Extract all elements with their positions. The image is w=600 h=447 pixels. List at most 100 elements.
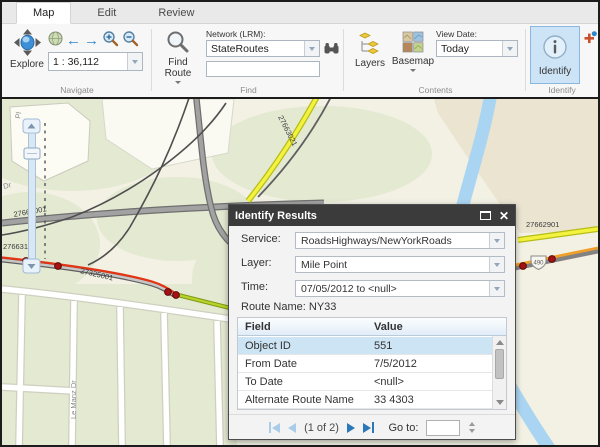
value-cell: <null> (370, 376, 492, 388)
maximize-icon[interactable] (480, 211, 491, 220)
forward-arrow-button[interactable]: → (84, 33, 99, 49)
scrollbar-thumb[interactable] (495, 349, 504, 379)
tab-review[interactable]: Review (142, 2, 210, 23)
group-divider (525, 29, 526, 91)
chevron-down-icon (494, 239, 500, 243)
add-identify-tool-icon[interactable] (583, 31, 597, 50)
goto-spinner[interactable] (469, 422, 475, 433)
tab-edit[interactable]: Edit (81, 2, 132, 23)
scale-combobox[interactable]: 1 : 36,112 (48, 52, 143, 71)
goto-page-input[interactable] (426, 420, 460, 436)
svg-text:490: 490 (533, 261, 544, 267)
table-row[interactable]: To Date <null> (238, 373, 492, 391)
field-cell: To Date (238, 376, 370, 388)
binoculars-icon[interactable] (324, 41, 339, 61)
find-route-icon (166, 30, 190, 57)
chevron-down-icon (175, 81, 181, 84)
scale-dropdown-button[interactable] (127, 53, 142, 70)
find-route-button[interactable]: Find Route (158, 30, 198, 92)
group-identify: Identify Identify (528, 24, 596, 97)
app-window: Map Edit Review Explore (0, 0, 600, 447)
attributes-table: Field Value Object ID 551 From Date 7/5/… (237, 317, 507, 410)
value-cell: 551 (370, 340, 492, 352)
service-row: Service: RoadsHighways/NewYorkRoads (229, 232, 515, 249)
group-find: Find Route Network (LRM): StateRoutes F (154, 24, 343, 97)
zoom-out-button[interactable] (122, 30, 139, 52)
view-date-dropdown-button[interactable] (502, 41, 517, 56)
view-date-value: Today (437, 41, 502, 56)
ribbon: Explore ← → (2, 24, 598, 97)
route-name-value: NY33 (309, 301, 337, 313)
group-label-contents: Contents (346, 85, 525, 95)
service-dropdown-button[interactable] (489, 233, 504, 248)
spinner-down-icon (469, 429, 475, 433)
time-combobox[interactable]: 07/05/2012 to <null> (295, 280, 505, 297)
network-dropdown-button[interactable] (304, 41, 319, 56)
route-value-input[interactable] (206, 61, 320, 77)
layers-icon (358, 31, 382, 58)
navigate-iconrow: ← → (48, 30, 139, 52)
value-column-header: Value (370, 321, 506, 333)
layer-combobox[interactable]: Mile Point (295, 256, 505, 273)
network-combobox[interactable]: StateRoutes (206, 40, 320, 57)
tab-map[interactable]: Map (16, 2, 71, 24)
layer-row: Layer: Mile Point (229, 256, 515, 273)
service-label: Service: (241, 233, 281, 245)
time-label: Time: (241, 281, 268, 293)
table-row[interactable]: Alternate Route Name 33 4303 (238, 391, 492, 409)
time-value: 07/05/2012 to <null> (296, 281, 489, 296)
globe-icon[interactable] (48, 31, 63, 51)
chevron-down-icon (494, 263, 500, 267)
service-combobox[interactable]: RoadsHighways/NewYorkRoads (295, 232, 505, 249)
route-name-label: Route Name: (241, 301, 306, 313)
group-contents: Layers Basemap View Date: (346, 24, 525, 97)
street-label: Le Manz Dr (69, 380, 78, 419)
close-icon[interactable]: ✕ (499, 211, 509, 221)
scale-value: 1 : 36,112 (49, 53, 127, 70)
basemap-button[interactable]: Basemap (392, 31, 434, 91)
first-page-icon (272, 423, 280, 433)
map-container: 490 27663001 27663101 27325001 27663021 … (2, 97, 598, 445)
group-label-identify: Identify (528, 85, 596, 95)
table-row[interactable]: Object ID 551 (238, 337, 492, 355)
explore-label: Explore (10, 59, 44, 70)
group-divider (151, 29, 152, 91)
time-dropdown-button[interactable] (489, 281, 504, 296)
identify-button[interactable]: Identify (530, 26, 580, 84)
page-indicator: (1 of 2) (304, 422, 339, 434)
zoom-in-button[interactable] (102, 30, 119, 52)
find-route-label-1: Find (168, 57, 187, 68)
chevron-down-icon (132, 60, 138, 64)
value-cell: 33 4303 (370, 394, 492, 406)
view-date-label: View Date: (436, 29, 477, 39)
view-date-combobox[interactable]: Today (436, 40, 518, 57)
chevron-down-icon (309, 47, 315, 51)
find-route-label-2: Route (165, 68, 192, 79)
time-row: Time: 07/05/2012 to <null> (229, 280, 515, 297)
explore-button[interactable]: Explore (8, 29, 46, 87)
back-arrow-button[interactable]: ← (66, 33, 81, 49)
layer-label: Layer: (241, 257, 272, 269)
service-value: RoadsHighways/NewYorkRoads (296, 233, 489, 248)
dialog-titlebar[interactable]: Identify Results ✕ (229, 205, 515, 226)
next-page-button[interactable] (347, 423, 355, 433)
value-cell: 7/5/2012 (370, 358, 492, 370)
last-page-icon (363, 423, 371, 433)
identify-icon (542, 34, 568, 63)
previous-page-button[interactable] (288, 423, 296, 433)
goto-label: Go to: (388, 422, 418, 434)
table-scrollbar[interactable] (492, 336, 506, 409)
first-page-button[interactable] (269, 422, 281, 433)
table-row[interactable]: From Date 7/5/2012 (238, 355, 492, 373)
scroll-up-icon[interactable] (496, 340, 504, 345)
layers-label: Layers (355, 58, 385, 69)
layer-dropdown-button[interactable] (489, 257, 504, 272)
scroll-down-icon[interactable] (496, 400, 504, 405)
basemap-label: Basemap (392, 56, 434, 67)
last-page-button[interactable] (363, 422, 375, 433)
layers-button[interactable]: Layers (352, 31, 388, 83)
network-value: StateRoutes (207, 41, 304, 56)
previous-page-icon (288, 423, 296, 433)
table-header: Field Value (238, 318, 506, 336)
dialog-title: Identify Results (235, 210, 317, 222)
